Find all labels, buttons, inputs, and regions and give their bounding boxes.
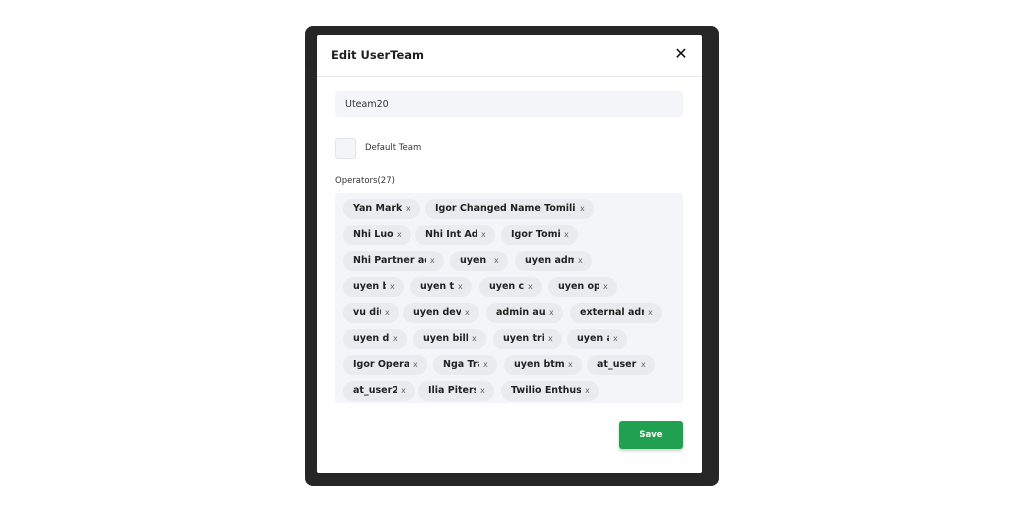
edit-userteam-dialog: Edit UserTeam ✕ Default Team Operators(2… (317, 35, 702, 473)
remove-operator-icon[interactable]: x (585, 381, 590, 401)
remove-operator-icon[interactable]: x (603, 277, 608, 297)
dialog-header: Edit UserTeam ✕ (317, 35, 702, 77)
operator-chip: Igor Changed Name Tomilin ... x (425, 199, 594, 219)
operator-chip: uyen adm01 x (515, 251, 592, 271)
operator-chip-label: Nhi Int Adm (425, 229, 477, 240)
operator-chip-label: Igor Tomilin (511, 229, 560, 240)
remove-operator-icon[interactable]: x (393, 329, 398, 349)
operator-chip: uyen op01 x (548, 277, 617, 297)
operator-chip: uyen ntt x (450, 251, 508, 271)
operator-chip: Nga Tran x (433, 355, 497, 375)
operator-chip-label: uyen cm (489, 281, 524, 292)
operator-chip: uyen dev01 x (403, 303, 479, 323)
background-text-fragment: e (306, 61, 312, 71)
operator-chip: Igor Tomilin x (501, 225, 578, 245)
default-team-label: Default Team (365, 143, 422, 153)
operator-chip-label: Nga Tran (443, 359, 479, 370)
operator-chip: uyen cm x (479, 277, 542, 297)
operator-chip: uyen am x (567, 329, 627, 349)
operator-chip-label: uyen bm (353, 281, 386, 292)
operator-chip-label: uyen btm01 (514, 359, 564, 370)
remove-operator-icon[interactable]: x (641, 355, 646, 375)
operator-chip-label: Ilia Pitersky (428, 385, 476, 396)
operator-chip: vu diu x (343, 303, 399, 323)
remove-operator-icon[interactable]: x (397, 225, 402, 245)
operator-chip: Yan Markov x (343, 199, 420, 219)
remove-operator-icon[interactable]: x (549, 303, 554, 323)
operators-multiselect[interactable]: Yan Markov x Igor Changed Name Tomilin ...… (335, 193, 683, 403)
operator-chip-label: uyen billm (423, 333, 468, 344)
operator-chip: Nhi Luong x (343, 225, 411, 245)
operator-chip-label: Igor Operator (353, 359, 409, 370)
operator-chip: uyen tm x (410, 277, 472, 297)
operator-chip-label: Twilio Enthusiast (511, 385, 581, 396)
remove-operator-icon[interactable]: x (578, 251, 583, 271)
remove-operator-icon[interactable]: x (568, 355, 573, 375)
remove-operator-icon[interactable]: x (480, 381, 485, 401)
operator-chip-label: uyen dav (353, 333, 389, 344)
operator-chip: Ilia Pitersky x (418, 381, 494, 401)
operator-chip-label: vu diu (353, 307, 381, 318)
remove-operator-icon[interactable]: x (648, 303, 653, 323)
operator-chip-label: uyen tm (420, 281, 454, 292)
operator-chip-label: Nhi Partner adm (353, 255, 426, 266)
remove-operator-icon[interactable]: x (390, 277, 395, 297)
operator-chip: Igor Operator x (343, 355, 427, 375)
operator-chip-label: Yan Markov (353, 203, 402, 214)
remove-operator-icon[interactable]: x (481, 225, 486, 245)
operator-chip: uyen bm x (343, 277, 404, 297)
operator-chip-label: at_user2 L (353, 385, 397, 396)
dialog-title: Edit UserTeam (331, 48, 425, 62)
close-icon[interactable]: ✕ (673, 46, 689, 62)
remove-operator-icon[interactable]: x (458, 277, 463, 297)
operator-chip: uyen trial x (493, 329, 562, 349)
operator-chip: uyen dav x (343, 329, 407, 349)
operator-chip: Nhi Partner adm x (343, 251, 444, 271)
operator-chip: admin auto x (486, 303, 563, 323)
remove-operator-icon[interactable]: x (528, 277, 533, 297)
remove-operator-icon[interactable]: x (483, 355, 488, 375)
default-team-checkbox[interactable] (335, 138, 356, 159)
remove-operator-icon[interactable]: x (494, 251, 499, 271)
remove-operator-icon[interactable]: x (465, 303, 470, 323)
remove-operator-icon[interactable]: x (401, 381, 406, 401)
operator-chip-label: uyen am (577, 333, 609, 344)
operator-chip-label: uyen dev01 (413, 307, 461, 318)
remove-operator-icon[interactable]: x (385, 303, 390, 323)
operator-chip: at_user1 L x (587, 355, 655, 375)
operator-chip-label: uyen trial (503, 333, 544, 344)
operator-chip: at_user2 L x (343, 381, 415, 401)
operator-chip-label: Nhi Luong (353, 229, 393, 240)
operator-chip: uyen btm01 x (504, 355, 582, 375)
operator-chip: Twilio Enthusiast x (501, 381, 599, 401)
remove-operator-icon[interactable]: x (472, 329, 477, 349)
operator-chip-label: uyen ntt (460, 255, 490, 266)
operator-chip-label: admin auto (496, 307, 545, 318)
operator-chip: uyen billm x (413, 329, 486, 349)
operator-chip-label: external admin (580, 307, 644, 318)
operators-label: Operators(27) (335, 176, 395, 186)
operator-chip-label: Igor Changed Name Tomilin ... (435, 203, 576, 214)
remove-operator-icon[interactable]: x (564, 225, 569, 245)
save-button[interactable]: Save (619, 421, 683, 449)
remove-operator-icon[interactable]: x (580, 199, 585, 219)
operator-chip-label: uyen op01 (558, 281, 599, 292)
operator-chip: Nhi Int Adm x (415, 225, 495, 245)
operator-chip-label: at_user1 L (597, 359, 637, 370)
remove-operator-icon[interactable]: x (406, 199, 411, 219)
operator-chip: external admin x (570, 303, 662, 323)
operator-chip-label: uyen adm01 (525, 255, 574, 266)
remove-operator-icon[interactable]: x (430, 251, 435, 271)
remove-operator-icon[interactable]: x (613, 329, 618, 349)
remove-operator-icon[interactable]: x (548, 329, 553, 349)
remove-operator-icon[interactable]: x (413, 355, 418, 375)
team-name-input[interactable] (335, 91, 683, 117)
